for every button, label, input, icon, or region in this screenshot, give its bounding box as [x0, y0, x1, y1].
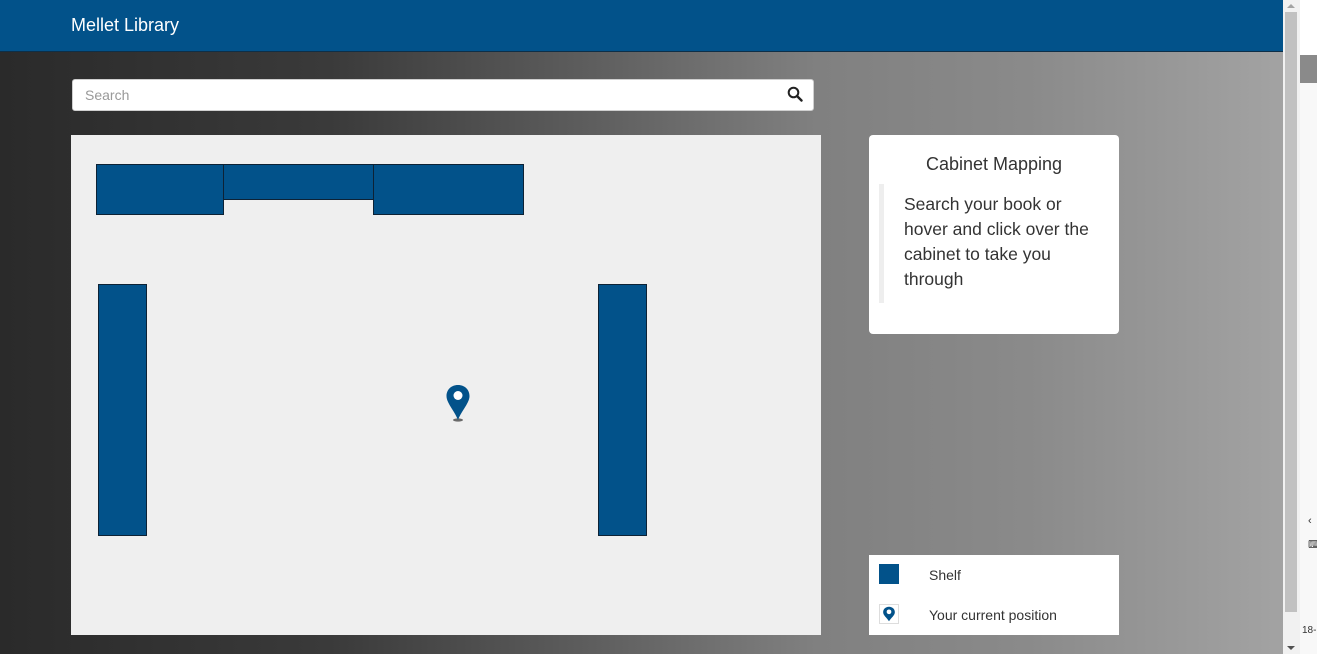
page-scrollbar[interactable] — [1283, 0, 1300, 654]
location-pin-icon — [879, 604, 899, 624]
shelf-swatch-icon — [879, 564, 899, 584]
side-panel-body — [1300, 83, 1317, 654]
chevron-left-icon[interactable]: ‹ — [1308, 515, 1312, 527]
scroll-down-icon[interactable] — [1287, 646, 1295, 650]
shelf-top-middle[interactable] — [223, 164, 374, 200]
search-button[interactable] — [787, 86, 805, 104]
current-position-pin-icon — [446, 385, 470, 422]
scroll-thumb[interactable] — [1285, 12, 1297, 612]
search-bar — [72, 79, 814, 111]
side-panel-text: 18- — [1302, 625, 1317, 636]
side-panel-strip: ‹ ⌨ 18- — [1300, 0, 1317, 654]
search-input[interactable] — [73, 80, 797, 110]
library-floor-map — [71, 135, 821, 635]
legend-label: Your current position — [929, 607, 1057, 623]
search-icon — [787, 86, 803, 102]
top-navbar: Mellet Library — [0, 0, 1283, 52]
shelf-left-column[interactable] — [98, 284, 147, 536]
shelf-top-right[interactable] — [373, 164, 524, 215]
app-brand[interactable]: Mellet Library — [71, 15, 179, 36]
scroll-up-icon[interactable] — [1287, 4, 1295, 8]
map-legend: Shelf Your current position — [869, 555, 1119, 635]
shelf-top-left[interactable] — [96, 164, 224, 215]
legend-label: Shelf — [929, 567, 961, 583]
cabinet-mapping-card: Cabinet Mapping Search your book or hove… — [869, 135, 1119, 334]
shelf-right-column[interactable] — [598, 284, 647, 536]
legend-item-shelf: Shelf — [869, 555, 1119, 595]
keyboard-icon[interactable]: ⌨ — [1308, 538, 1317, 551]
card-description: Search your book or hover and click over… — [879, 184, 1093, 303]
card-title: Cabinet Mapping — [925, 154, 1063, 174]
legend-item-position: Your current position — [869, 595, 1119, 635]
side-panel-bar — [1300, 55, 1317, 83]
